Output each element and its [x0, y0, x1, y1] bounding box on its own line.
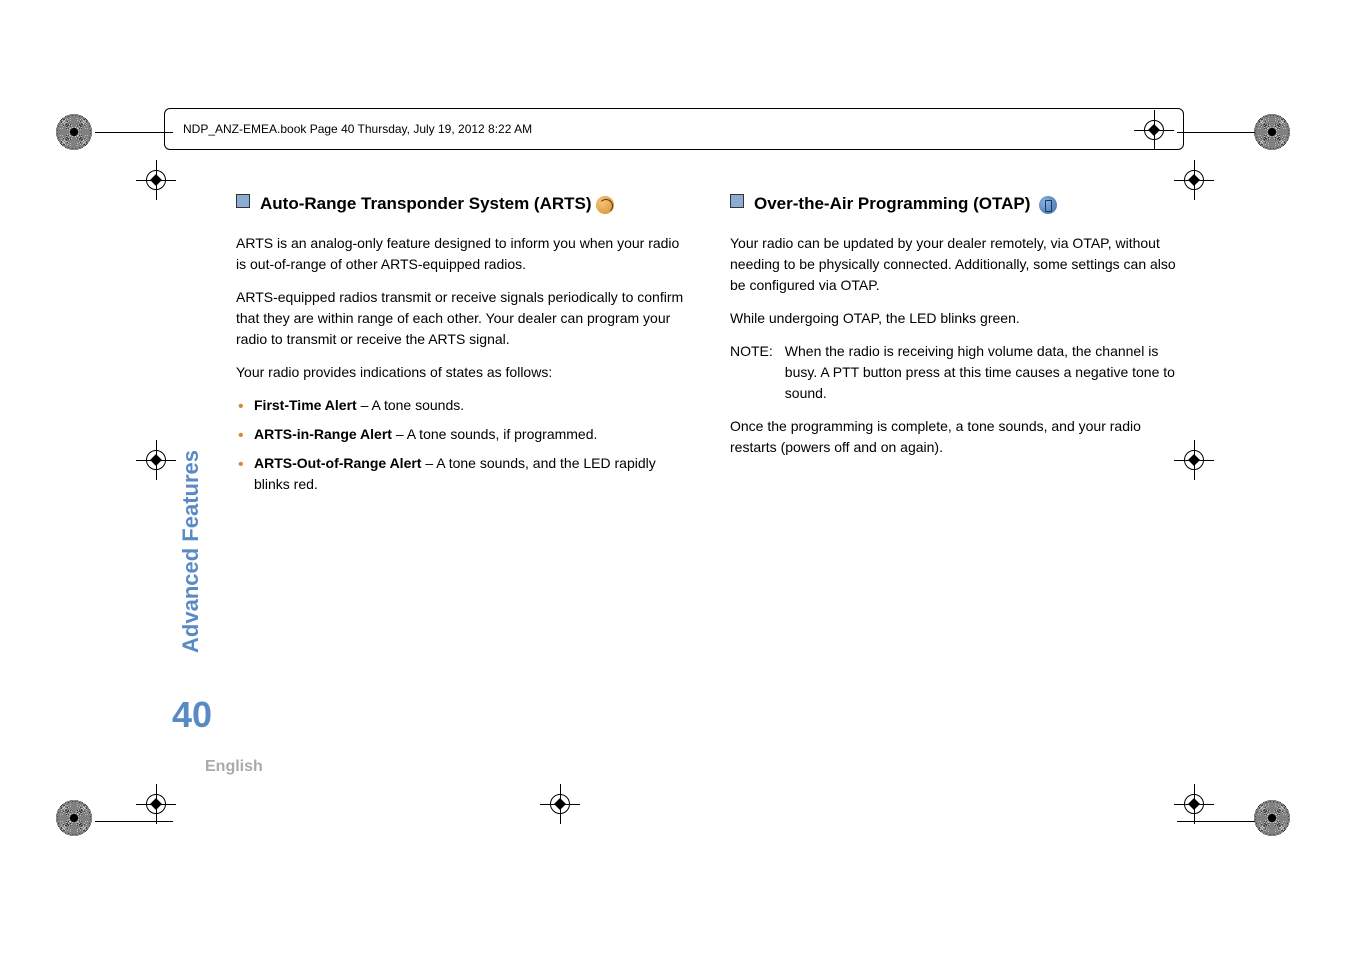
section-heading-arts: Auto-Range Transponder System (ARTS) — [236, 190, 690, 217]
arts-bullet-list: First-Time Alert – A tone sounds. ARTS-i… — [236, 395, 690, 495]
sidebar-chapter-label: Advanced Features — [178, 450, 204, 653]
section-title-otap: Over-the-Air Programming (OTAP) — [754, 190, 1057, 217]
otap-para-3: Once the programming is complete, a tone… — [730, 416, 1184, 458]
otap-para-2: While undergoing OTAP, the LED blinks gr… — [730, 308, 1184, 329]
otap-para-1: Your radio can be updated by your dealer… — [730, 233, 1184, 296]
list-item: ARTS-Out-of-Range Alert – A tone sounds,… — [236, 453, 690, 495]
content-area: Auto-Range Transponder System (ARTS) ART… — [164, 190, 1184, 503]
digital-icon — [1039, 196, 1057, 214]
section-heading-otap: Over-the-Air Programming (OTAP) — [730, 190, 1184, 217]
page-header-frame: NDP_ANZ-EMEA.book Page 40 Thursday, July… — [164, 108, 1184, 150]
page-header-text: NDP_ANZ-EMEA.book Page 40 Thursday, July… — [183, 122, 532, 136]
reg-cross-bl2 — [136, 784, 176, 824]
left-column: Auto-Range Transponder System (ARTS) ART… — [164, 190, 690, 503]
reg-mark-bl — [56, 800, 96, 840]
arts-para-1: ARTS is an analog-only feature designed … — [236, 233, 690, 275]
reg-line — [95, 821, 173, 822]
language-label: English — [205, 758, 263, 776]
list-item: First-Time Alert – A tone sounds. — [236, 395, 690, 416]
reg-mark-tr — [1254, 114, 1294, 154]
page-number: 40 — [172, 694, 212, 736]
analog-icon — [596, 196, 614, 214]
reg-mark-br — [1254, 800, 1294, 840]
note-label: NOTE: — [730, 341, 773, 404]
arts-para-2: ARTS-equipped radios transmit or receive… — [236, 287, 690, 350]
reg-line — [95, 132, 173, 133]
reg-cross-bc — [540, 784, 580, 824]
note-block: NOTE: When the radio is receiving high v… — [730, 341, 1184, 404]
reg-cross-br2 — [1174, 784, 1214, 824]
note-text: When the radio is receiving high volume … — [785, 341, 1184, 404]
arts-para-3: Your radio provides indications of state… — [236, 362, 690, 383]
reg-line — [1177, 821, 1255, 822]
reg-line — [1177, 132, 1255, 133]
section-marker-icon — [730, 194, 744, 208]
list-item: ARTS-in-Range Alert – A tone sounds, if … — [236, 424, 690, 445]
right-column: Over-the-Air Programming (OTAP) Your rad… — [730, 190, 1184, 503]
section-title-arts: Auto-Range Transponder System (ARTS) — [260, 190, 614, 217]
reg-mark-tl — [56, 114, 96, 154]
section-marker-icon — [236, 194, 250, 208]
